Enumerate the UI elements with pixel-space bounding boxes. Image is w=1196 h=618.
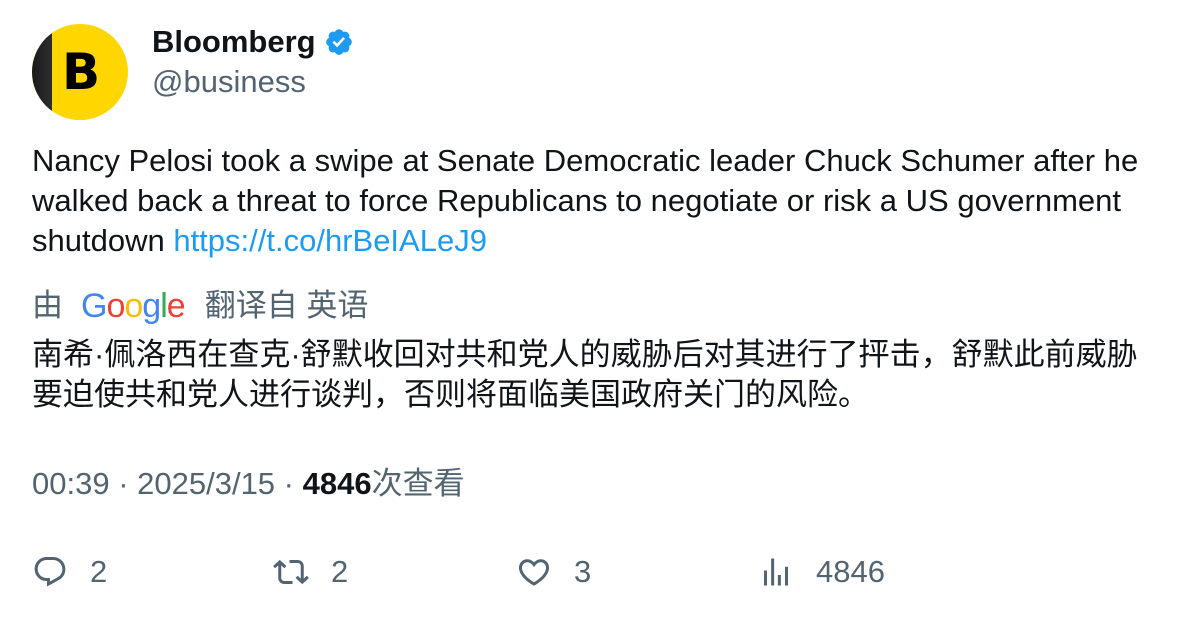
views-count: 4846: [302, 466, 372, 501]
retweet-button[interactable]: 2: [273, 552, 348, 592]
author-display-name[interactable]: Bloomberg: [152, 22, 316, 62]
retweet-count: 2: [331, 554, 349, 589]
google-logo-letter: G: [81, 287, 107, 325]
like-button[interactable]: 3: [516, 552, 591, 592]
views-action-count: 4846: [816, 554, 885, 589]
google-logo-letter: o: [124, 287, 143, 325]
reply-count: 2: [90, 554, 108, 589]
tweet-text: Nancy Pelosi took a swipe at Senate Demo…: [32, 141, 1162, 261]
tweet-time[interactable]: 00:39: [32, 466, 110, 501]
avatar-shade: [32, 24, 52, 120]
views-label: 次查看: [371, 466, 465, 501]
action-bar: 2 2 3 4846: [32, 552, 1162, 592]
translation-prefix: 由: [32, 288, 63, 323]
verified-badge-icon[interactable]: [324, 27, 354, 57]
translation-suffix: 翻译自 英语: [204, 288, 369, 323]
author-name-row: Bloomberg: [152, 22, 354, 62]
tweet-date[interactable]: 2025/3/15: [137, 466, 275, 501]
like-count: 3: [574, 554, 592, 589]
translated-text: 南希·佩洛西在查克·舒默收回对共和党人的威胁后对其进行了抨击，舒默此前威胁要迫使…: [32, 337, 1138, 412]
reply-icon: [32, 554, 68, 590]
heart-icon: [516, 554, 552, 590]
meta-separator: ·: [275, 466, 303, 501]
tweet-meta: 00:39 · 2025/3/15 · 4846次查看: [32, 464, 465, 504]
retweet-icon: [273, 554, 309, 590]
avatar-letter: B: [62, 43, 101, 101]
reply-button[interactable]: 2: [32, 552, 107, 592]
views-button[interactable]: 4846: [758, 552, 885, 592]
analytics-icon: [758, 554, 794, 590]
google-logo-letter: e: [166, 287, 186, 325]
author-handle[interactable]: @business: [152, 62, 306, 102]
translation-attribution: 由 Google 翻译自 英语: [32, 286, 368, 326]
google-logo-letter: g: [142, 287, 161, 325]
meta-separator: ·: [109, 466, 138, 501]
author-avatar[interactable]: B: [32, 24, 128, 120]
google-logo[interactable]: Google: [81, 286, 186, 326]
tweet-link[interactable]: https://t.co/hrBeIALeJ9: [173, 223, 487, 258]
google-logo-letter: o: [106, 287, 125, 325]
